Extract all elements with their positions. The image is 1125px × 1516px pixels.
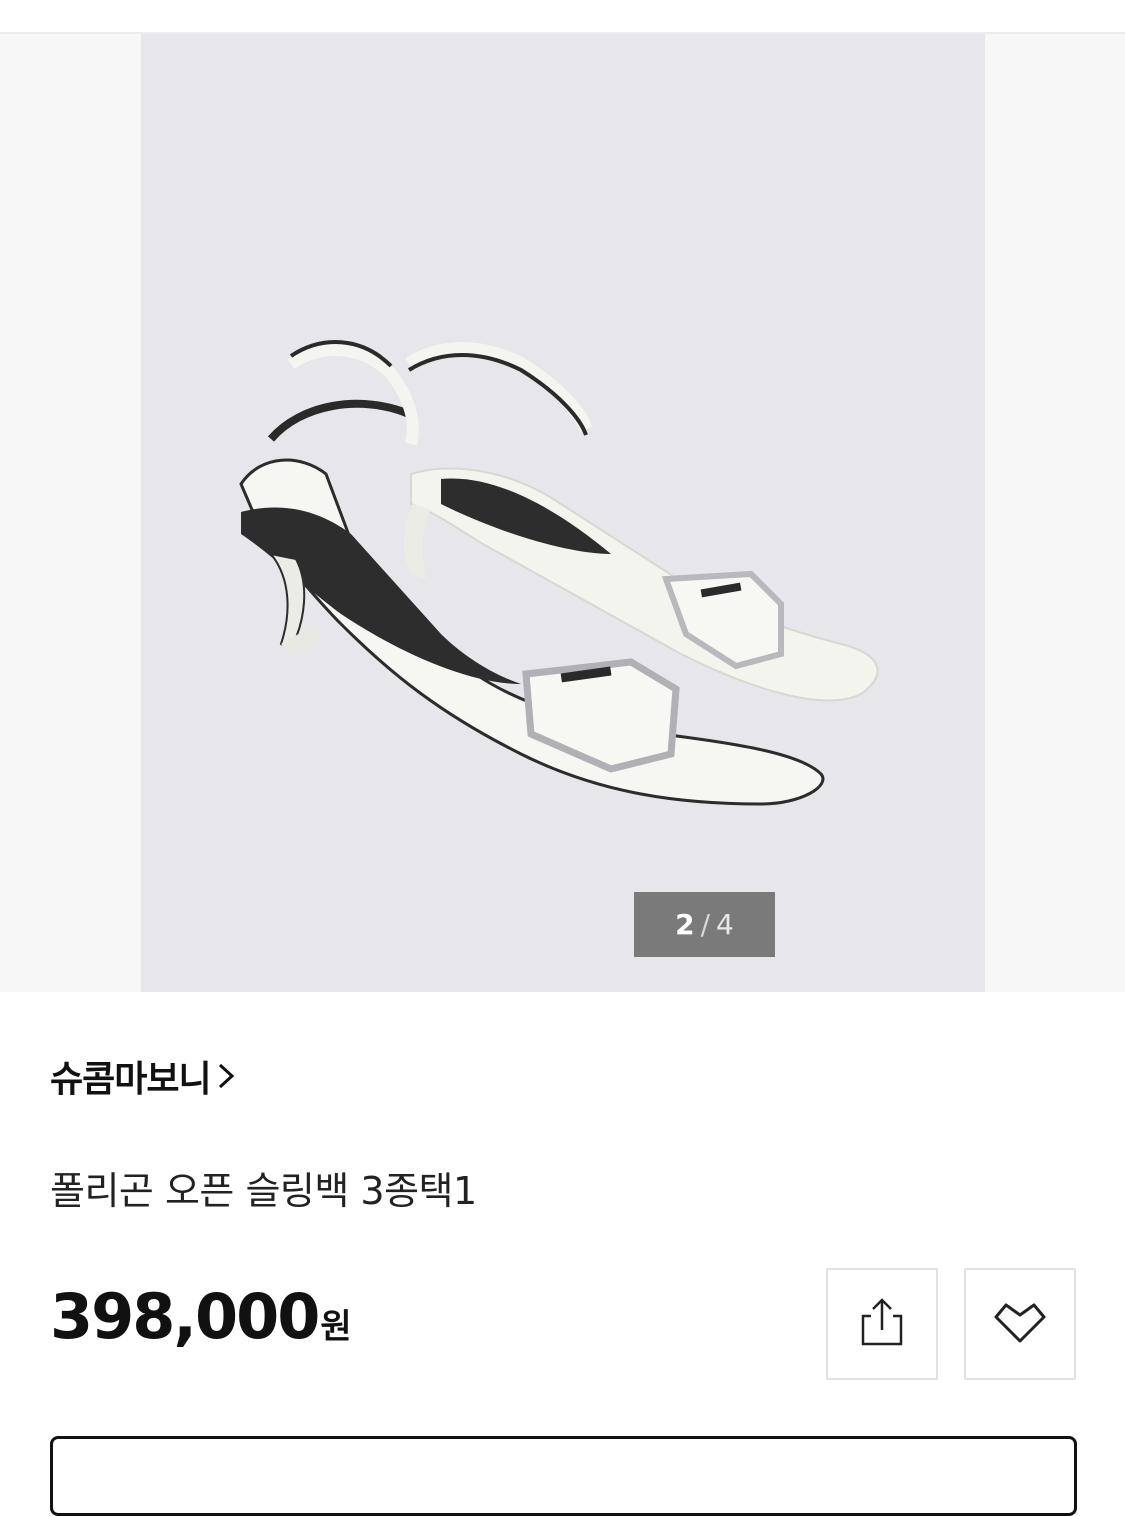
product-image-gallery[interactable]: 2 / 4 bbox=[0, 34, 1125, 992]
image-counter: 2 / 4 bbox=[634, 892, 775, 957]
white-slingback-shoes-image bbox=[239, 340, 879, 806]
option-select-box[interactable] bbox=[50, 1436, 1077, 1516]
product-name: 폴리곤 오픈 슬링백 3종택1 bbox=[50, 1169, 477, 1213]
wishlist-button[interactable] bbox=[964, 1268, 1076, 1380]
brand-name: 슈콤마보니 bbox=[50, 1059, 212, 1100]
brand-link[interactable]: 슈콤마보니 bbox=[50, 1050, 235, 1102]
share-icon bbox=[857, 1296, 907, 1352]
product-price: 398,000 원 bbox=[50, 1280, 352, 1353]
heart-icon bbox=[990, 1297, 1050, 1351]
chevron-right-icon bbox=[217, 1061, 235, 1095]
price-value: 398,000 bbox=[50, 1280, 320, 1353]
counter-separator: / bbox=[700, 908, 711, 941]
product-image[interactable]: 2 / 4 bbox=[141, 34, 985, 992]
top-bar bbox=[0, 0, 1125, 34]
price-unit: 원 bbox=[320, 1307, 352, 1347]
counter-current: 2 bbox=[675, 908, 695, 941]
counter-total: 4 bbox=[716, 908, 734, 941]
share-button[interactable] bbox=[826, 1268, 938, 1380]
